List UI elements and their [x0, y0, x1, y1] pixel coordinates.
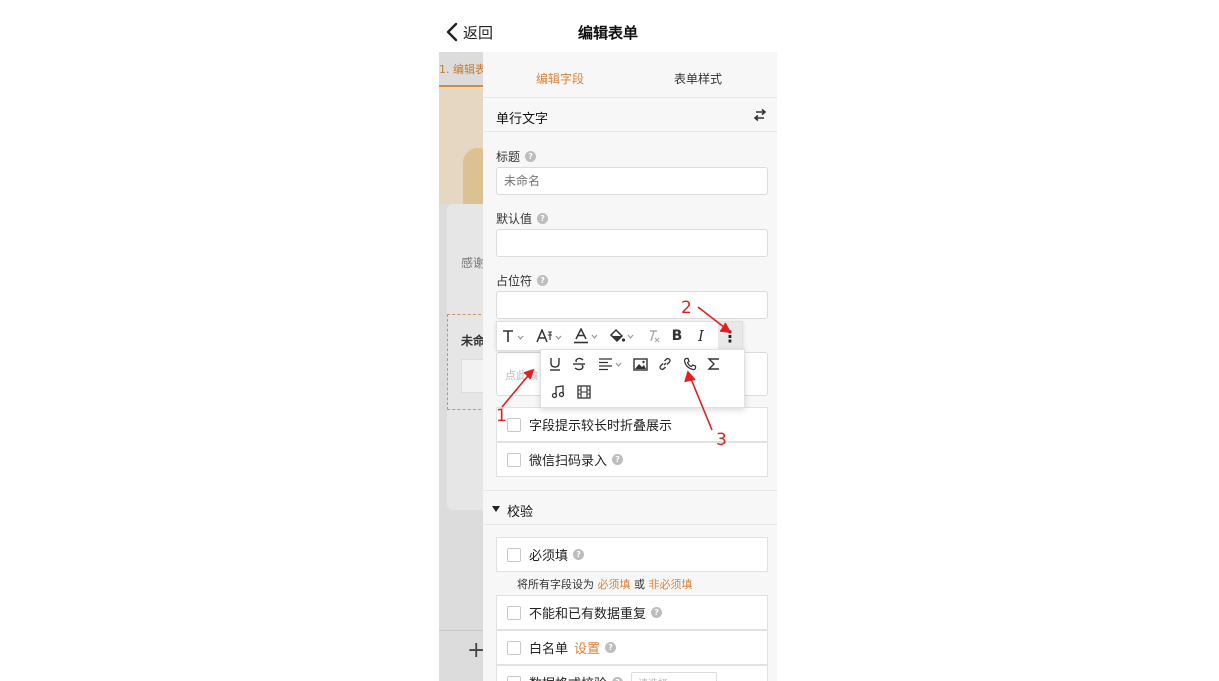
page-title: 编辑表单: [577, 24, 638, 42]
checkbox-label: 必须填: [529, 549, 569, 564]
help-icon[interactable]: ?: [573, 549, 585, 560]
placeholder-label-text: 占位符: [496, 274, 533, 288]
sigma-icon: [707, 358, 719, 370]
underline-icon: [550, 358, 560, 371]
text-style-icon: [503, 330, 524, 342]
help-icon[interactable]: ?: [537, 275, 549, 286]
image-button[interactable]: [629, 353, 651, 375]
set-all-required-link[interactable]: 必须填: [598, 578, 631, 591]
music-note-icon: [551, 385, 565, 399]
link-icon: [659, 357, 671, 371]
checkbox-label: 不能和已有数据重复: [529, 607, 647, 622]
underline-button[interactable]: [544, 353, 566, 375]
image-icon: [632, 357, 648, 371]
format-select[interactable]: 请选择: [631, 672, 717, 681]
checkbox-label: 白名单: [529, 642, 569, 657]
formula-button[interactable]: [703, 353, 725, 375]
help-icon[interactable]: ?: [612, 454, 624, 465]
link-button[interactable]: [654, 353, 676, 375]
paint-bucket-icon: [609, 328, 634, 343]
title-label: 标题?: [496, 148, 537, 165]
navbar: 返回 编辑表单: [439, 0, 777, 52]
no-duplicate-checkbox[interactable]: 不能和已有数据重复 ?: [496, 595, 768, 630]
background-color-button[interactable]: [605, 321, 641, 351]
validation-section-header[interactable]: 校验: [483, 490, 777, 525]
wechat-scan-checkbox[interactable]: 微信扫码录入 ?: [496, 442, 768, 477]
field-type-header: 单行文字: [483, 98, 777, 132]
strikethrough-button[interactable]: [568, 353, 590, 375]
italic-button[interactable]: I: [689, 321, 713, 351]
bold-button[interactable]: B: [665, 321, 689, 351]
set-all-optional-link[interactable]: 非必须填: [649, 578, 693, 591]
align-icon: [599, 358, 622, 371]
required-checkbox[interactable]: 必须填 ?: [496, 537, 768, 572]
title-label-text: 标题: [496, 150, 521, 164]
panel-tabs: 编辑字段 表单样式: [483, 52, 777, 98]
background-field-title: 未命: [461, 334, 486, 348]
background-text: 感谢: [461, 256, 486, 270]
checkbox[interactable]: [507, 452, 521, 467]
checkbox[interactable]: [507, 547, 521, 562]
help-icon[interactable]: ?: [651, 607, 663, 618]
annotation-label-1: 1: [496, 406, 507, 426]
set-all-required-hint: 将所有字段设为 必须填 或 非必须填: [517, 576, 693, 592]
toolbar-more-dropdown: [540, 349, 745, 408]
default-value-label: 默认值?: [496, 210, 549, 227]
video-button[interactable]: [573, 381, 595, 403]
more-icon: ⋮: [722, 326, 738, 346]
default-value-input[interactable]: [496, 229, 768, 257]
rich-text-toolbar: B I ⋮: [496, 321, 743, 351]
background-banner: [439, 88, 493, 208]
checkbox[interactable]: [507, 605, 521, 620]
phone-button[interactable]: [679, 353, 701, 375]
default-value-label-text: 默认值: [496, 212, 533, 226]
audio-button[interactable]: [547, 381, 569, 403]
validation-title: 校验: [507, 505, 534, 520]
phone-icon: [683, 357, 697, 371]
editor-placeholder: 点此输: [505, 369, 538, 382]
field-type-label: 单行文字: [496, 112, 549, 127]
help-icon[interactable]: ?: [612, 677, 624, 681]
tab-edit-field[interactable]: 编辑字段: [536, 70, 584, 87]
font-color-button[interactable]: [569, 321, 605, 351]
whitelist-settings-link[interactable]: 设置: [574, 638, 600, 657]
film-icon: [577, 385, 591, 399]
checkbox[interactable]: [507, 675, 521, 681]
align-button[interactable]: [596, 353, 626, 375]
switch-type-icon[interactable]: [753, 108, 767, 122]
help-icon[interactable]: ?: [525, 151, 537, 162]
annotation-label-2: 2: [681, 298, 692, 318]
font-size-button[interactable]: [531, 321, 569, 351]
strikethrough-icon: [573, 357, 585, 371]
text-style-button[interactable]: [497, 321, 531, 351]
tab-form-style[interactable]: 表单样式: [674, 70, 722, 87]
collapse-tip-checkbox[interactable]: 字段提示较长时折叠展示: [496, 407, 768, 442]
font-size-icon: [536, 329, 562, 343]
help-icon[interactable]: ?: [537, 213, 549, 224]
caret-down-icon: [492, 506, 500, 512]
checkbox-label: 微信扫码录入: [529, 454, 608, 469]
hint-prefix: 将所有字段设为: [517, 578, 594, 591]
checkbox-label: 字段提示较长时折叠展示: [529, 419, 673, 434]
whitelist-checkbox[interactable]: 白名单 设置 ?: [496, 630, 768, 665]
placeholder-input[interactable]: [496, 291, 768, 319]
font-color-icon: [574, 328, 598, 344]
hint-or: 或: [634, 578, 645, 591]
help-icon[interactable]: ?: [605, 642, 617, 653]
clear-format-button[interactable]: [641, 321, 665, 351]
clear-format-icon: [650, 330, 660, 343]
more-button[interactable]: ⋮: [718, 322, 742, 350]
placeholder-label: 占位符?: [496, 272, 549, 289]
checkbox[interactable]: [507, 640, 521, 655]
checkbox[interactable]: [507, 417, 521, 432]
title-input[interactable]: [496, 167, 768, 195]
annotation-label-3: 3: [716, 430, 727, 450]
checkbox-label: 数据格式校验: [529, 673, 607, 681]
